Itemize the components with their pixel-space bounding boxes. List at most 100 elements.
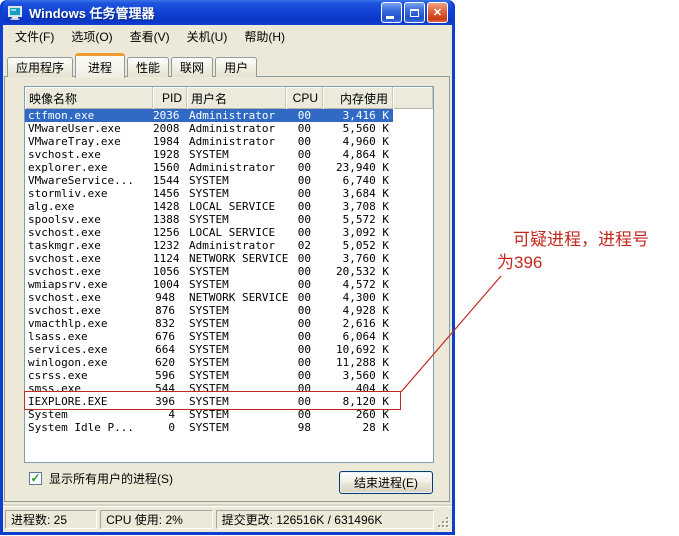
cell-image-name: svchost.exe — [28, 265, 101, 278]
table-row[interactable]: VMwareUser.exe 2008 Administrator 00 5,5… — [25, 122, 433, 135]
table-row[interactable]: ctfmon.exe 2036 Administrator 00 3,416 K — [25, 109, 433, 122]
status-cpu-usage: CPU 使用: 2% — [100, 510, 213, 529]
cell-pid: 1232 — [153, 239, 180, 252]
cell-extra — [393, 213, 433, 226]
cell-cpu: 00 — [297, 395, 311, 408]
cell-pid: 1056 — [153, 265, 180, 278]
tab[interactable]: 进程 — [75, 53, 126, 78]
process-list-header: 映像名称 PID 用户名 CPU 内存使用 — [25, 87, 433, 109]
table-row[interactable]: vmacthlp.exe 832 SYSTEM 00 2,616 K — [25, 317, 433, 330]
cell-mem-usage: 260 K — [355, 408, 389, 421]
table-row[interactable]: VMwareService... 1544 SYSTEM 00 6,740 K — [25, 174, 433, 187]
tab[interactable]: 用户 — [215, 57, 258, 77]
maximize-button[interactable] — [404, 2, 425, 23]
cell-mem-usage: 3,560 K — [342, 369, 389, 382]
table-row[interactable]: svchost.exe 876 SYSTEM 00 4,928 K — [25, 304, 433, 317]
cell-mem-usage: 3,684 K — [342, 187, 389, 200]
cell-image-name: svchost.exe — [28, 252, 101, 265]
close-button[interactable]: ✕ — [427, 2, 448, 23]
resize-grip[interactable] — [437, 510, 450, 529]
cell-extra — [393, 343, 433, 356]
annotation-text: 可疑进程，进程号 为396 — [497, 228, 679, 274]
cell-image-name: lsass.exe — [28, 330, 88, 343]
tab[interactable]: 性能 — [127, 57, 170, 77]
table-row[interactable]: explorer.exe 1560 Administrator 00 23,94… — [25, 161, 433, 174]
cell-image-name: winlogon.exe — [28, 356, 108, 369]
table-row[interactable]: IEXPLORE.EXE 396 SYSTEM 00 8,120 K — [25, 395, 433, 408]
column-header[interactable] — [393, 87, 433, 109]
cell-extra — [393, 200, 433, 213]
cell-user-name: SYSTEM — [189, 382, 229, 395]
table-row[interactable]: taskmgr.exe 1232 Administrator 02 5,052 … — [25, 239, 433, 252]
process-list: 映像名称 PID 用户名 CPU 内存使用 ctfmon.exe 2036 Admini… — [24, 86, 434, 463]
cell-extra — [393, 356, 433, 369]
cell-mem-usage: 3,092 K — [342, 226, 389, 239]
cell-cpu: 00 — [297, 187, 311, 200]
cell-extra — [393, 421, 433, 434]
table-row[interactable]: svchost.exe 948 NETWORK SERVICE 00 4,300… — [25, 291, 433, 304]
table-row[interactable]: svchost.exe 1928 SYSTEM 00 4,864 K — [25, 148, 433, 161]
column-header[interactable]: 映像名称 — [25, 87, 153, 109]
end-process-button[interactable]: 结束进程(E) — [339, 471, 433, 494]
table-row[interactable]: svchost.exe 1256 LOCAL SERVICE 00 3,092 … — [25, 226, 433, 239]
table-row[interactable]: System Idle P... 0 SYSTEM 98 28 K — [25, 421, 433, 434]
cell-user-name: SYSTEM — [189, 421, 229, 434]
cell-extra — [393, 161, 433, 174]
column-header[interactable]: 用户名 — [187, 87, 286, 109]
cell-mem-usage: 11,288 K — [336, 356, 389, 369]
cell-user-name: LOCAL SERVICE — [189, 226, 276, 239]
table-row[interactable]: alg.exe 1428 LOCAL SERVICE 00 3,708 K — [25, 200, 433, 213]
menu-item[interactable]: 选项(O) — [64, 26, 122, 47]
cell-mem-usage: 23,940 K — [336, 161, 389, 174]
menu-item[interactable]: 关机(U) — [180, 26, 238, 47]
cell-pid: 544 — [155, 382, 175, 395]
menu-item[interactable]: 文件(F) — [8, 26, 64, 47]
cell-pid: 948 — [155, 291, 175, 304]
cell-image-name: VMwareUser.exe — [28, 122, 121, 135]
table-row[interactable]: System 4 SYSTEM 00 260 K — [25, 408, 433, 421]
cell-user-name: SYSTEM — [189, 278, 229, 291]
cell-mem-usage: 3,416 K — [323, 109, 393, 122]
cell-user-name: Administrator — [189, 239, 276, 252]
annotation-line2: 为396 — [497, 253, 543, 272]
cell-image-name: ctfmon.exe — [25, 109, 153, 122]
cell-pid: 1560 — [153, 161, 180, 174]
minimize-button[interactable] — [381, 2, 402, 23]
cell-cpu: 00 — [297, 265, 311, 278]
cell-mem-usage: 20,532 K — [336, 265, 389, 278]
show-all-users-checkbox[interactable]: ✓ — [29, 472, 42, 485]
table-row[interactable]: spoolsv.exe 1388 SYSTEM 00 5,572 K — [25, 213, 433, 226]
table-row[interactable]: svchost.exe 1124 NETWORK SERVICE 00 3,76… — [25, 252, 433, 265]
cell-cpu: 00 — [297, 278, 311, 291]
column-header[interactable]: CPU — [286, 87, 323, 109]
cell-extra — [393, 382, 433, 395]
table-row[interactable]: smss.exe 544 SYSTEM 00 404 K — [25, 382, 433, 395]
tab[interactable]: 应用程序 — [7, 57, 74, 77]
cell-image-name: vmacthlp.exe — [28, 317, 108, 330]
table-row[interactable]: svchost.exe 1056 SYSTEM 00 20,532 K — [25, 265, 433, 278]
cell-mem-usage: 5,560 K — [342, 122, 389, 135]
tab-strip: 应用程序 进程 性能 联网 用户 — [7, 52, 258, 78]
table-row[interactable]: stormliv.exe 1456 SYSTEM 00 3,684 K — [25, 187, 433, 200]
cell-cpu: 00 — [297, 200, 311, 213]
cell-image-name: IEXPLORE.EXE — [28, 395, 108, 408]
cell-pid: 876 — [155, 304, 175, 317]
cell-cpu: 00 — [297, 382, 311, 395]
tab[interactable]: 联网 — [171, 57, 214, 77]
table-row[interactable]: wmiapsrv.exe 1004 SYSTEM 00 4,572 K — [25, 278, 433, 291]
table-row[interactable]: lsass.exe 676 SYSTEM 00 6,064 K — [25, 330, 433, 343]
table-row[interactable]: winlogon.exe 620 SYSTEM 00 11,288 K — [25, 356, 433, 369]
cell-extra — [393, 317, 433, 330]
table-row[interactable]: VMwareTray.exe 1984 Administrator 00 4,9… — [25, 135, 433, 148]
column-header[interactable]: 内存使用 — [323, 87, 393, 109]
menu-item[interactable]: 帮助(H) — [237, 26, 295, 47]
titlebar[interactable]: Windows 任务管理器 ✕ — [3, 0, 452, 25]
cell-user-name: Administrator — [187, 109, 286, 122]
column-header[interactable]: PID — [153, 87, 187, 109]
table-row[interactable]: csrss.exe 596 SYSTEM 00 3,560 K — [25, 369, 433, 382]
menu-item[interactable]: 查看(V) — [123, 26, 180, 47]
cell-mem-usage: 4,572 K — [342, 278, 389, 291]
table-row[interactable]: services.exe 664 SYSTEM 00 10,692 K — [25, 343, 433, 356]
screenshot-stage: Windows 任务管理器 ✕ 文件(F) 选项(O) 查看(V) 关机(U) 帮助(H… — [0, 0, 679, 536]
cell-cpu: 00 — [297, 122, 311, 135]
